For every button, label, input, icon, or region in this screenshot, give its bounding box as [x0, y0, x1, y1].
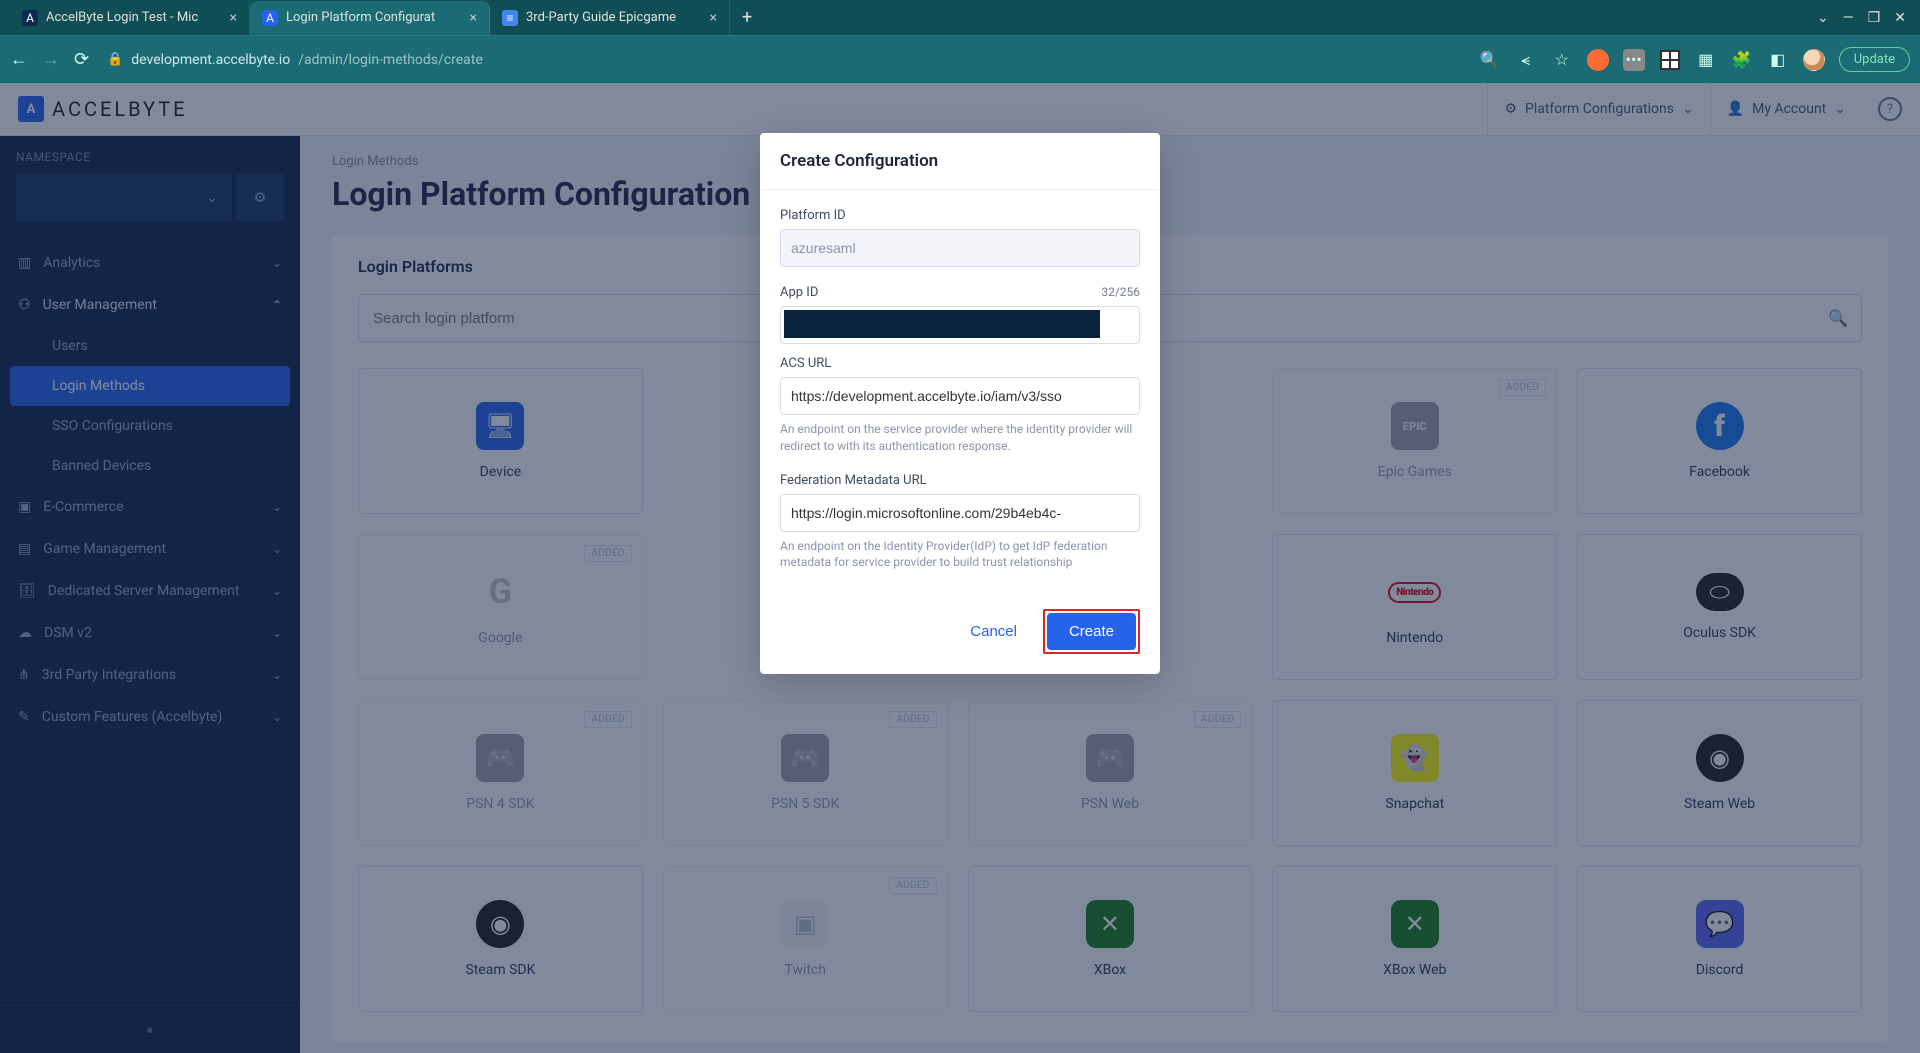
cancel-button[interactable]: Cancel: [966, 615, 1021, 648]
tab-close-icon[interactable]: ×: [470, 10, 477, 26]
tab-close-icon[interactable]: ×: [230, 10, 237, 26]
extension-qr-icon[interactable]: [1659, 49, 1681, 71]
create-button-highlight: Create: [1043, 609, 1140, 654]
extensions-puzzle-icon[interactable]: 🧩: [1731, 49, 1753, 71]
address-bar[interactable]: 🔒 development.accelbyte.io/admin/login-m…: [101, 52, 1467, 68]
create-button[interactable]: Create: [1047, 613, 1136, 650]
app-id-counter: 32/256: [1101, 285, 1140, 299]
create-configuration-modal: Create Configuration Platform ID App ID …: [760, 133, 1160, 674]
url-host: development.accelbyte.io: [131, 52, 290, 68]
acs-url-input[interactable]: [780, 377, 1140, 415]
zoom-icon[interactable]: 🔍: [1479, 49, 1501, 71]
browser-tab[interactable]: A AccelByte Login Test - Mic ×: [10, 1, 250, 35]
tab-favicon: ≡: [502, 10, 518, 26]
tab-close-icon[interactable]: ×: [710, 10, 717, 26]
platform-id-label: Platform ID: [780, 208, 846, 223]
caret-down-icon[interactable]: ⌄: [1817, 10, 1829, 26]
url-path: /admin/login-methods/create: [298, 52, 483, 68]
apps-grid-icon[interactable]: ▦: [1695, 49, 1717, 71]
federation-url-help: An endpoint on the Identity Provider(IdP…: [780, 538, 1140, 572]
federation-url-input[interactable]: [780, 494, 1140, 532]
nav-back-icon[interactable]: ←: [10, 49, 28, 70]
federation-url-label: Federation Metadata URL: [780, 473, 927, 488]
app-id-label: App ID: [780, 285, 818, 300]
nav-reload-icon[interactable]: ⟳: [74, 49, 89, 70]
window-restore-icon[interactable]: ❐: [1868, 10, 1881, 26]
sidepanel-icon[interactable]: ◧: [1767, 49, 1789, 71]
share-icon[interactable]: ⪪: [1515, 49, 1537, 71]
tab-favicon: A: [262, 10, 278, 26]
platform-id-input: [780, 229, 1140, 267]
profile-avatar-icon[interactable]: [1803, 49, 1825, 71]
browser-tabbar: A AccelByte Login Test - Mic ×A Login Pl…: [0, 0, 1920, 35]
bookmark-star-icon[interactable]: ☆: [1551, 49, 1573, 71]
acs-url-label: ACS URL: [780, 356, 831, 371]
tab-title: 3rd-Party Guide Epicgame: [526, 10, 702, 25]
lock-icon: 🔒: [107, 52, 123, 67]
tab-title: AccelByte Login Test - Mic: [46, 10, 222, 25]
extension-1-icon[interactable]: [1587, 49, 1609, 71]
browser-tab[interactable]: A Login Platform Configurat ×: [250, 1, 490, 35]
browser-tab[interactable]: ≡ 3rd-Party Guide Epicgame ×: [490, 1, 730, 35]
browser-update-button[interactable]: Update: [1839, 47, 1910, 72]
tab-favicon: A: [22, 10, 38, 26]
window-minimize-icon[interactable]: —: [1843, 10, 1854, 26]
app-id-input[interactable]: [780, 306, 1140, 344]
window-close-icon[interactable]: ✕: [1894, 10, 1906, 26]
nav-forward-icon[interactable]: →: [42, 49, 60, 70]
new-tab-button[interactable]: +: [730, 7, 764, 28]
modal-title: Create Configuration: [780, 151, 1140, 171]
extension-2-icon[interactable]: •••: [1623, 49, 1645, 71]
acs-url-help: An endpoint on the service provider wher…: [780, 421, 1140, 455]
tab-title: Login Platform Configurat: [286, 10, 462, 25]
